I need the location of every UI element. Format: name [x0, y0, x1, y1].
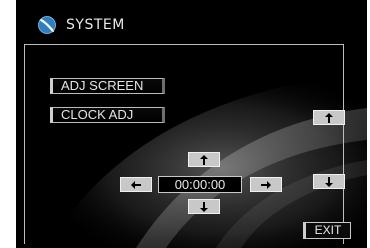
adj-screen-button[interactable]: ADJ SCREEN — [50, 78, 165, 94]
clock-time-display[interactable]: 00:00:00 — [158, 176, 242, 193]
clock-right-button[interactable] — [250, 177, 282, 192]
up-arrow-icon — [325, 112, 333, 123]
page-title: SYSTEM — [66, 17, 125, 33]
title-bar: SYSTEM — [38, 14, 125, 36]
scroll-up-button[interactable] — [313, 110, 345, 125]
exit-button[interactable]: EXIT — [303, 222, 351, 239]
clock-decrease-button[interactable] — [188, 199, 220, 214]
up-arrow-icon — [200, 154, 208, 165]
scroll-down-button[interactable] — [313, 174, 345, 189]
down-arrow-icon — [325, 176, 333, 187]
content-panel — [24, 44, 344, 244]
globe-icon — [38, 16, 56, 34]
clock-left-button[interactable] — [120, 177, 152, 192]
down-arrow-icon — [200, 201, 208, 212]
right-arrow-icon — [261, 180, 271, 189]
clock-increase-button[interactable] — [188, 152, 220, 167]
clock-adj-button[interactable]: CLOCK ADJ — [50, 107, 165, 123]
left-arrow-icon — [131, 180, 141, 189]
